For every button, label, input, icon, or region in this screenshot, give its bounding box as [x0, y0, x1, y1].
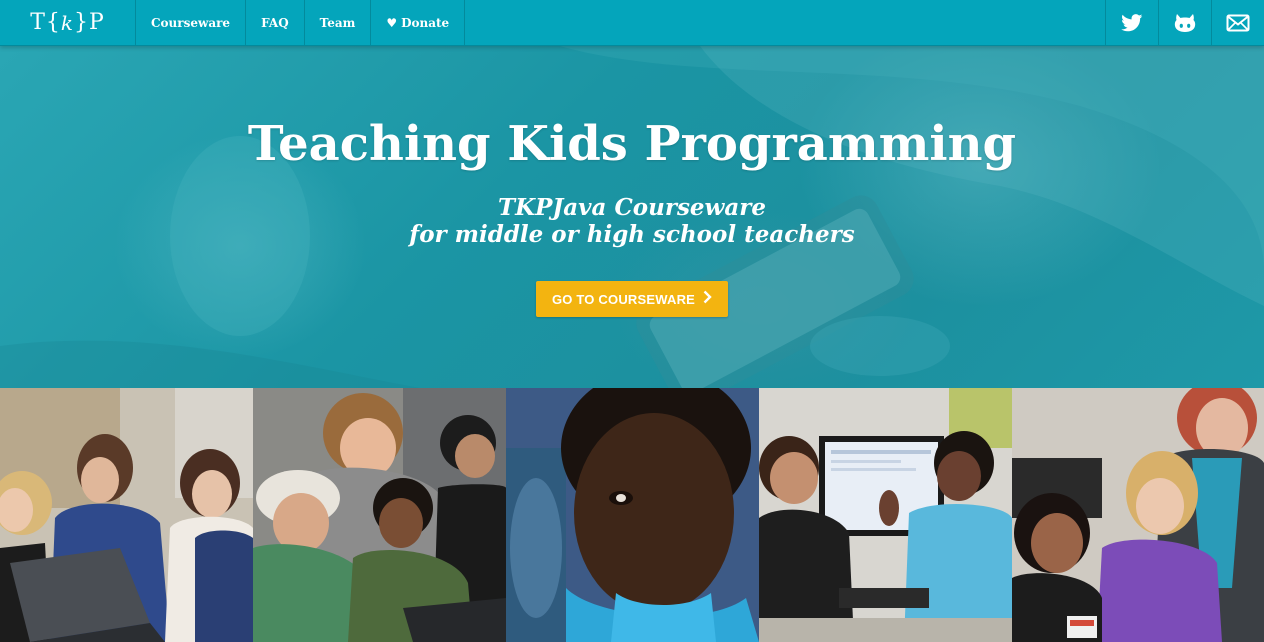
- github-icon: [1174, 13, 1196, 32]
- github-link[interactable]: [1158, 0, 1211, 45]
- email-link[interactable]: [1211, 0, 1264, 45]
- photo-girls-teacher: [1012, 388, 1264, 642]
- top-nav: T{k} P Courseware FAQ Team ♥ Donate: [0, 0, 1264, 46]
- go-to-courseware-button[interactable]: GO TO COURSEWARE: [536, 281, 728, 317]
- photo-boys-coding: [253, 388, 506, 642]
- tkp-logo[interactable]: T{k} P: [0, 0, 136, 45]
- hero-subtitle: TKPJava Courseware for middle or high sc…: [409, 194, 855, 248]
- hero-content: Teaching Kids Programming TKPJava Course…: [0, 46, 1264, 388]
- photo-boy-portrait: [506, 388, 759, 642]
- hero-title: Teaching Kids Programming: [247, 116, 1017, 172]
- hero-banner: Teaching Kids Programming TKPJava Course…: [0, 46, 1264, 388]
- photo-strip: [0, 388, 1264, 642]
- chevron-right-icon: [703, 290, 712, 309]
- nav-faq[interactable]: FAQ: [246, 0, 305, 45]
- nav-donate[interactable]: ♥ Donate: [371, 0, 466, 45]
- nav-team[interactable]: Team: [305, 0, 372, 45]
- nav-courseware[interactable]: Courseware: [136, 0, 247, 45]
- heart-icon: ♥: [386, 15, 398, 30]
- mail-icon: [1226, 14, 1250, 31]
- photo-students-laptop: [0, 388, 253, 642]
- twitter-icon: [1121, 13, 1143, 31]
- twitter-link[interactable]: [1105, 0, 1158, 45]
- photo-kids-computer: [759, 388, 1012, 642]
